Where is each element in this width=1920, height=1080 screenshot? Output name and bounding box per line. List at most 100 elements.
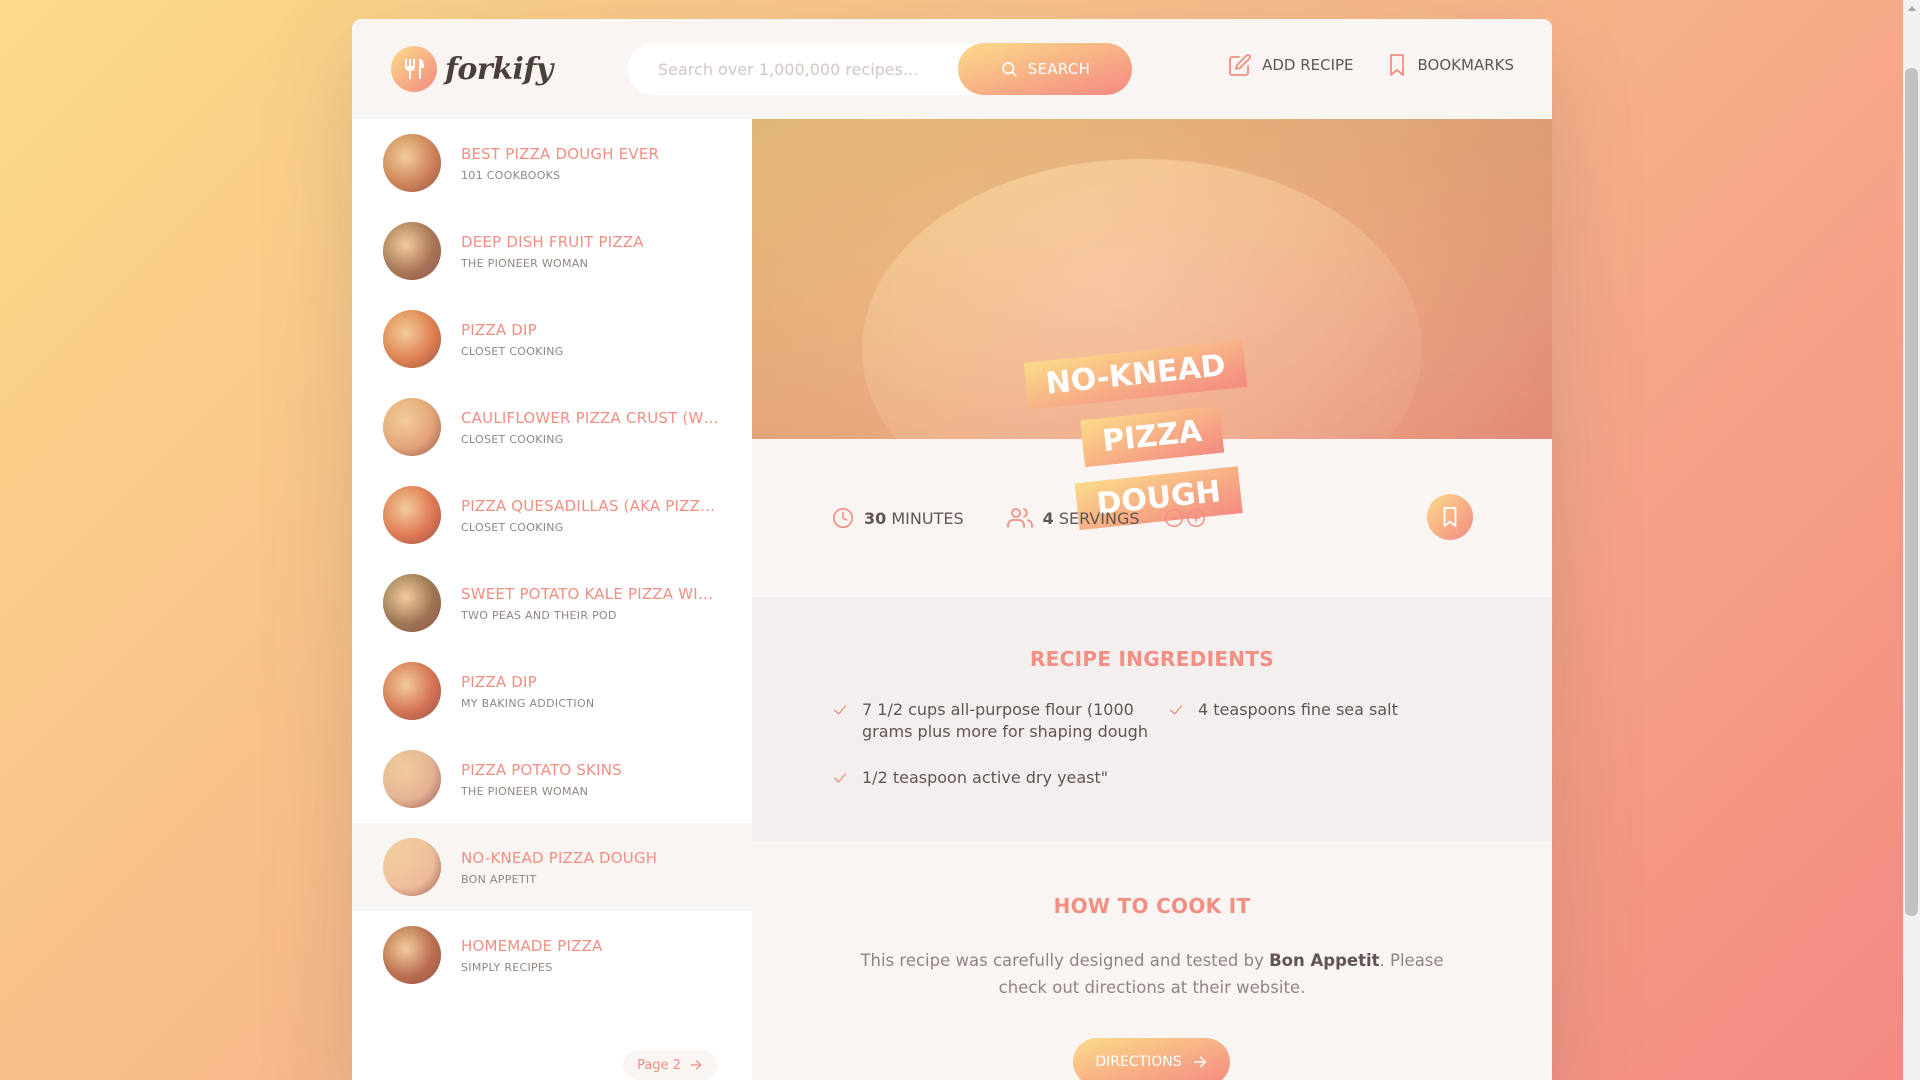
check-icon (834, 773, 846, 783)
servings-value: 4 (1042, 508, 1054, 528)
minus-circle-icon (1164, 508, 1183, 528)
add-recipe-button[interactable]: Add recipe (1228, 53, 1354, 77)
result-publisher: The Pioneer Woman (461, 256, 589, 270)
clock-icon (833, 508, 853, 528)
result-thumbnail (383, 574, 441, 632)
result-thumbnail (383, 222, 441, 280)
search-input[interactable] (658, 59, 968, 79)
result-title: Sweet Potato Kale Pizza with... (461, 584, 721, 603)
result-title: Pizza Dip (461, 320, 537, 339)
directions-label: Directions (1095, 1054, 1182, 1070)
result-item[interactable]: Best Pizza Dough Ever 101 Cookbooks (352, 119, 752, 207)
recipe-view: No-Knead Pizza Dough 30 minutes 4 servin… (752, 119, 1552, 1080)
result-item[interactable]: Pizza Dip Closet Cooking (352, 295, 752, 383)
users-icon (1006, 508, 1033, 528)
app-container: forkify Search Add recipe (352, 19, 1552, 1080)
result-publisher: Closet Cooking (461, 520, 564, 534)
main-nav: Add recipe Bookmarks (1228, 53, 1514, 77)
result-thumbnail (383, 662, 441, 720)
result-publisher: Simply Recipes (461, 960, 553, 974)
result-thumbnail (383, 926, 441, 984)
result-thumbnail (383, 310, 441, 368)
result-publisher: My Baking Addiction (461, 696, 595, 710)
check-icon (1170, 705, 1182, 715)
scroll-up-arrow[interactable] (1908, 6, 1916, 11)
result-item[interactable]: No-Knead Pizza Dough Bon Appetit (352, 823, 752, 911)
decrease-servings-button[interactable] (1164, 508, 1184, 528)
result-item[interactable]: Deep Dish Fruit Pizza The Pioneer Woman (352, 207, 752, 295)
page-scrollbar[interactable] (1903, 0, 1920, 1080)
ingredient-item: 4 teaspoons fine sea salt (1168, 699, 1468, 743)
arrow-right-icon (690, 1060, 702, 1070)
result-thumbnail (383, 398, 441, 456)
result-thumbnail (383, 838, 441, 896)
result-item[interactable]: Sweet Potato Kale Pizza with... Two Peas … (352, 559, 752, 647)
ingredient-item: 7 1/2 cups all-purpose flour (1000 grams… (832, 699, 1168, 743)
result-publisher: Closet Cooking (461, 432, 564, 446)
directions-section: How to cook it This recipe was carefully… (752, 841, 1552, 1080)
brand-name: forkify (445, 51, 553, 87)
cooking-time-unit: minutes (891, 508, 964, 528)
check-icon (834, 705, 846, 715)
servings-controls (1164, 508, 1206, 528)
header: forkify Search Add recipe (352, 19, 1552, 119)
result-title: Pizza Dip (461, 672, 537, 691)
ingredient-item: 1/2 teaspoon active dry yeast" (832, 767, 1168, 789)
fork-knife-icon (391, 46, 437, 92)
plus-circle-icon (1186, 508, 1205, 528)
result-publisher: Bon Appetit (461, 872, 537, 886)
result-publisher: Two Peas and Their Pod (461, 608, 617, 622)
result-publisher: Closet Cooking (461, 344, 564, 358)
scroll-thumb[interactable] (1905, 68, 1918, 916)
result-thumbnail (383, 134, 441, 192)
result-publisher: 101 Cookbooks (461, 168, 561, 182)
next-page-button[interactable]: Page 2 (623, 1050, 717, 1080)
bookmark-recipe-button[interactable] (1427, 494, 1473, 540)
search-form: Search (628, 43, 1132, 95)
result-title: Cauliflower Pizza Crust (wit... (461, 408, 721, 427)
next-page-label: Page 2 (637, 1057, 681, 1073)
recipe-details: 30 minutes 4 servings (752, 439, 1552, 597)
ingredients-section: Recipe ingredients 7 1/2 cups all-purpos… (752, 597, 1552, 841)
result-publisher: The Pioneer Woman (461, 784, 589, 798)
search-results: Best Pizza Dough Ever 101 Cookbooks Deep D… (352, 119, 752, 1080)
result-item[interactable]: Pizza Dip My Baking Addiction (352, 647, 752, 735)
result-title: Pizza Quesadillas (Aka Pizzad... (461, 496, 721, 515)
directions-button[interactable]: Directions (1073, 1038, 1230, 1080)
result-thumbnail (383, 750, 441, 808)
directions-text: This recipe was carefully designed and t… (860, 951, 1444, 997)
search-button[interactable]: Search (958, 43, 1132, 95)
result-title: No-Knead Pizza Dough (461, 848, 658, 867)
edit-icon (1229, 54, 1252, 76)
arrow-right-icon (1193, 1056, 1206, 1068)
servings-unit: servings (1058, 508, 1140, 528)
bookmark-icon (1389, 54, 1404, 76)
result-title: Deep Dish Fruit Pizza (461, 232, 644, 251)
result-thumbnail (383, 486, 441, 544)
cooking-time: 30 minutes (832, 507, 964, 529)
ingredient-text: 7 1/2 cups all-purpose flour (1000 grams… (862, 700, 1148, 741)
increase-servings-button[interactable] (1186, 508, 1206, 528)
servings: 4 servings (1006, 507, 1206, 529)
result-item[interactable]: Pizza Quesadillas (Aka Pizzad... Closet C… (352, 471, 752, 559)
logo[interactable]: forkify (391, 46, 553, 92)
result-item[interactable]: Homemade Pizza Simply Recipes (352, 911, 752, 999)
ingredient-text: 1/2 teaspoon active dry yeast" (862, 768, 1109, 787)
add-recipe-label: Add recipe (1262, 56, 1354, 74)
ingredient-text: 4 teaspoons fine sea salt (1198, 700, 1398, 719)
result-title: Best Pizza Dough Ever (461, 144, 660, 163)
bookmarks-button[interactable]: Bookmarks (1386, 53, 1514, 77)
bookmark-icon (1443, 506, 1457, 527)
publisher-name: Bon Appetit (1269, 951, 1380, 970)
result-item[interactable]: Pizza Potato Skins The Pioneer Woman (352, 735, 752, 823)
directions-heading: How to cook it (1053, 894, 1251, 918)
result-title: Pizza Potato Skins (461, 760, 622, 779)
cooking-time-value: 30 (864, 508, 887, 528)
results-list: Best Pizza Dough Ever 101 Cookbooks Deep D… (352, 119, 752, 999)
ingredients-heading: Recipe ingredients (1029, 647, 1274, 671)
result-title: Homemade Pizza (461, 936, 603, 955)
ingredients-list: 7 1/2 cups all-purpose flour (1000 grams… (832, 699, 1472, 789)
result-item[interactable]: Cauliflower Pizza Crust (wit... Closet Co… (352, 383, 752, 471)
bookmarks-label: Bookmarks (1417, 56, 1514, 74)
search-button-label: Search (1027, 60, 1091, 78)
